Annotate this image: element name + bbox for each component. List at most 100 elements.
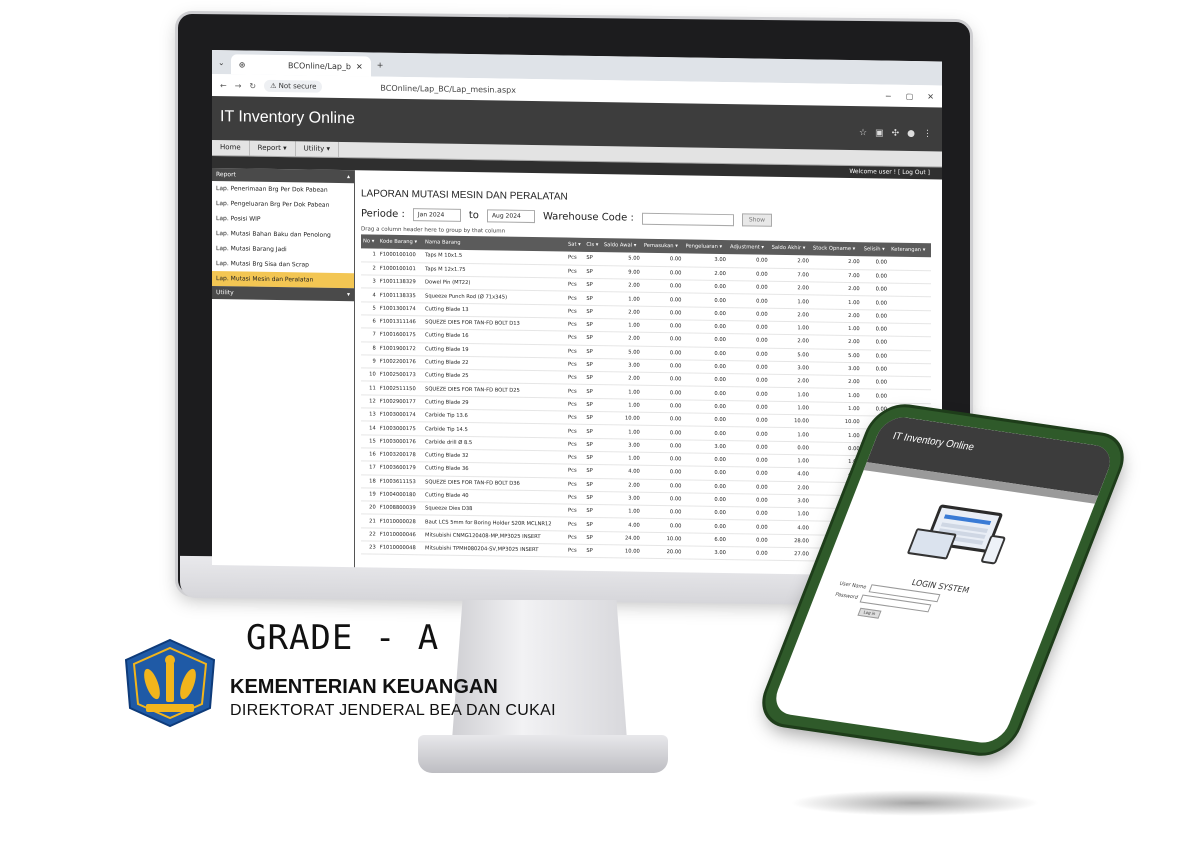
table-cell: 0.00 bbox=[641, 412, 684, 427]
column-header[interactable]: Kode Barang ▾ bbox=[377, 234, 424, 250]
minimize-icon[interactable]: − bbox=[885, 91, 892, 100]
table-cell: Pcs bbox=[565, 411, 585, 425]
table-cell: 1.00 bbox=[769, 427, 811, 442]
table-cell: 2.00 bbox=[769, 254, 811, 269]
app-body: Report ▴ Lap. Penerimaan Brg Per Dok Pab… bbox=[212, 168, 942, 577]
table-cell: F1001300174 bbox=[377, 301, 424, 316]
table-cell: SP bbox=[584, 531, 602, 545]
sidebar-section-label: Report bbox=[216, 171, 236, 179]
more-icon[interactable]: ⋮ bbox=[923, 129, 932, 139]
table-cell: SP bbox=[584, 358, 602, 372]
table-cell: SP bbox=[584, 451, 602, 465]
reload-icon[interactable]: ↻ bbox=[249, 81, 256, 90]
table-cell: 0.00 bbox=[641, 505, 684, 520]
table-cell: Pcs bbox=[565, 304, 585, 319]
table-cell: 2.00 bbox=[601, 305, 642, 320]
table-cell: 0.00 bbox=[727, 480, 770, 495]
table-cell: 1.00 bbox=[810, 388, 862, 403]
table-cell: Pcs bbox=[565, 477, 585, 492]
table-cell: 2.00 bbox=[810, 375, 862, 390]
table-cell: 0.00 bbox=[727, 387, 770, 402]
table-cell: 2.00 bbox=[601, 371, 642, 386]
table-cell: 3.00 bbox=[810, 361, 862, 376]
username-label: User Name bbox=[838, 580, 868, 591]
warehouse-select[interactable] bbox=[641, 212, 734, 226]
table-cell: 1.00 bbox=[601, 318, 642, 333]
column-header[interactable]: No ▾ bbox=[361, 234, 378, 249]
column-header[interactable]: Pengeluaran ▾ bbox=[683, 239, 728, 255]
back-icon[interactable]: ← bbox=[220, 81, 227, 90]
column-header[interactable]: Adjustment ▾ bbox=[727, 240, 770, 255]
table-cell: 0.00 bbox=[683, 306, 728, 321]
table-cell: 3.00 bbox=[683, 253, 728, 268]
table-cell: SP bbox=[584, 411, 602, 425]
url-input[interactable]: BCOnline/Lap_BC/Lap_mesin.aspx bbox=[380, 83, 516, 94]
window-close-icon[interactable]: ✕ bbox=[927, 92, 934, 101]
table-cell: Pcs bbox=[565, 318, 585, 332]
filter-bar: Periode : Jan 2024 to Aug 2024 Warehouse… bbox=[361, 207, 936, 229]
laptop-icon bbox=[906, 528, 957, 560]
show-button[interactable]: Show bbox=[741, 213, 773, 227]
security-indicator[interactable]: ⚠ Not secure bbox=[264, 79, 323, 93]
table-cell: 0.00 bbox=[641, 252, 684, 267]
table-cell: 10.00 bbox=[810, 414, 862, 430]
table-cell: 1.00 bbox=[769, 401, 811, 415]
table-cell: 0.00 bbox=[769, 440, 811, 455]
column-header[interactable]: Saldo Akhir ▾ bbox=[769, 240, 811, 256]
menu-report[interactable]: Report ▾ bbox=[249, 140, 296, 157]
column-header[interactable]: Sat ▾ bbox=[565, 237, 585, 252]
periode-label: Periode : bbox=[361, 208, 405, 221]
table-cell: F1003611153 bbox=[377, 474, 424, 489]
table-cell: 4.00 bbox=[601, 464, 642, 479]
profile-icon[interactable]: ● bbox=[907, 129, 915, 139]
extension-icon[interactable]: ▣ bbox=[875, 128, 884, 138]
table-cell: SP bbox=[584, 318, 602, 332]
table-cell: 0.00 bbox=[861, 389, 890, 403]
table-cell: 12 bbox=[361, 394, 378, 409]
table-cell: 0.00 bbox=[727, 333, 770, 348]
puzzle-icon[interactable]: ✣ bbox=[892, 129, 900, 139]
table-cell: Pcs bbox=[565, 424, 585, 439]
table-cell: 5 bbox=[361, 301, 378, 316]
maximize-icon[interactable]: ▢ bbox=[906, 91, 914, 100]
table-cell bbox=[889, 309, 931, 324]
period-to-select[interactable]: Aug 2024 bbox=[486, 209, 535, 224]
column-header[interactable]: Saldo Awal ▾ bbox=[601, 238, 642, 253]
menu-utility[interactable]: Utility ▾ bbox=[295, 141, 339, 157]
table-cell: F1000100101 bbox=[377, 261, 424, 276]
column-header[interactable]: Cls ▾ bbox=[584, 237, 602, 253]
column-header[interactable]: Pemasukan ▾ bbox=[641, 238, 684, 254]
table-cell: 0.00 bbox=[861, 322, 890, 337]
tab-menu-icon[interactable]: ⌄ bbox=[218, 58, 225, 67]
welcome-text[interactable]: Welcome user ! [ Log Out ] bbox=[849, 168, 930, 176]
browser-tab[interactable]: ⊕ BCOnline/Lap_b ✕ bbox=[230, 54, 371, 77]
table-cell: 2.00 bbox=[601, 478, 642, 493]
column-header[interactable]: Keterangan ▾ bbox=[889, 242, 931, 258]
menu-home[interactable]: Home bbox=[212, 140, 250, 156]
table-cell: 9.00 bbox=[601, 265, 642, 280]
table-cell: 0.00 bbox=[727, 426, 770, 441]
table-cell: 10.00 bbox=[641, 531, 684, 546]
forward-icon[interactable]: → bbox=[235, 81, 242, 90]
period-from-select[interactable]: Jan 2024 bbox=[412, 208, 461, 222]
star-icon[interactable]: ☆ bbox=[859, 128, 867, 138]
table-cell: 6 bbox=[361, 314, 378, 329]
table-cell: F1001600175 bbox=[377, 328, 424, 343]
table-cell: 10.00 bbox=[601, 411, 642, 426]
table-cell: 0.00 bbox=[641, 359, 684, 374]
table-cell: F1002500173 bbox=[377, 368, 424, 383]
sidebar-section-utility[interactable]: Utility ▾ bbox=[212, 286, 354, 302]
column-header[interactable]: Selisih ▾ bbox=[861, 242, 890, 257]
table-cell: 0.00 bbox=[861, 362, 890, 377]
table-cell: F1001900172 bbox=[377, 341, 424, 356]
table-cell: 3 bbox=[361, 274, 378, 289]
table-cell: 0.00 bbox=[683, 426, 728, 441]
column-header[interactable]: Stock Opname ▾ bbox=[810, 241, 862, 257]
table-cell: 5.00 bbox=[769, 347, 811, 362]
login-button[interactable]: Log in bbox=[857, 607, 882, 619]
table-cell: 0.00 bbox=[861, 335, 890, 350]
close-icon[interactable]: ✕ bbox=[356, 62, 363, 71]
tab-title: BCOnline/Lap_b bbox=[288, 60, 351, 71]
new-tab-icon[interactable]: + bbox=[377, 60, 384, 69]
table-cell: 3.00 bbox=[601, 491, 642, 506]
